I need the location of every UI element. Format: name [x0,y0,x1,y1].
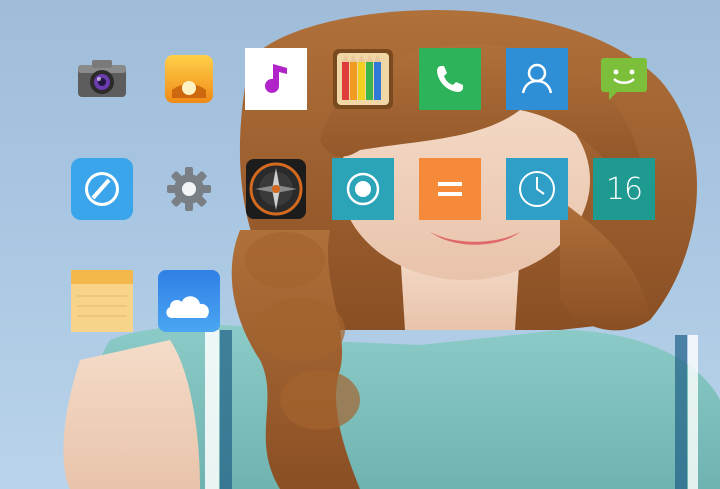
browser-app-icon[interactable] [71,158,133,220]
compass-browser-icon [71,158,133,220]
clock-icon [506,158,568,220]
record-circle-icon [332,158,394,220]
phone-handset-icon [419,48,481,110]
colored-pencils-icon [333,49,393,109]
camera-icon [78,60,126,97]
pencils-app-icon[interactable] [332,48,394,110]
calculator-app-icon[interactable] [419,158,481,220]
music-app-icon[interactable] [245,48,307,110]
compass-app-icon[interactable] [245,158,307,220]
phone-app-icon[interactable] [419,48,481,110]
music-note-icon [245,48,307,110]
recorder-app-icon[interactable] [332,158,394,220]
cloud-app-icon[interactable] [158,270,220,332]
compass-dial-icon [246,159,306,219]
sunset-gallery-icon [165,55,213,103]
gear-icon [167,167,211,211]
calendar-app-icon[interactable]: 16 [593,158,655,220]
messages-app-icon[interactable] [593,48,655,110]
camera-app-icon[interactable] [71,48,133,110]
notes-app-icon[interactable] [71,270,133,332]
equals-calculator-icon [419,158,481,220]
calendar-date-label: 16 [605,171,643,207]
contact-person-icon [506,48,568,110]
cloud-icon [158,270,220,332]
smiley-chat-icon [601,58,647,100]
gallery-app-icon[interactable] [158,48,220,110]
notepad-icon [71,270,133,332]
contacts-app-icon[interactable] [506,48,568,110]
settings-app-icon[interactable] [158,158,220,220]
clock-app-icon[interactable] [506,158,568,220]
